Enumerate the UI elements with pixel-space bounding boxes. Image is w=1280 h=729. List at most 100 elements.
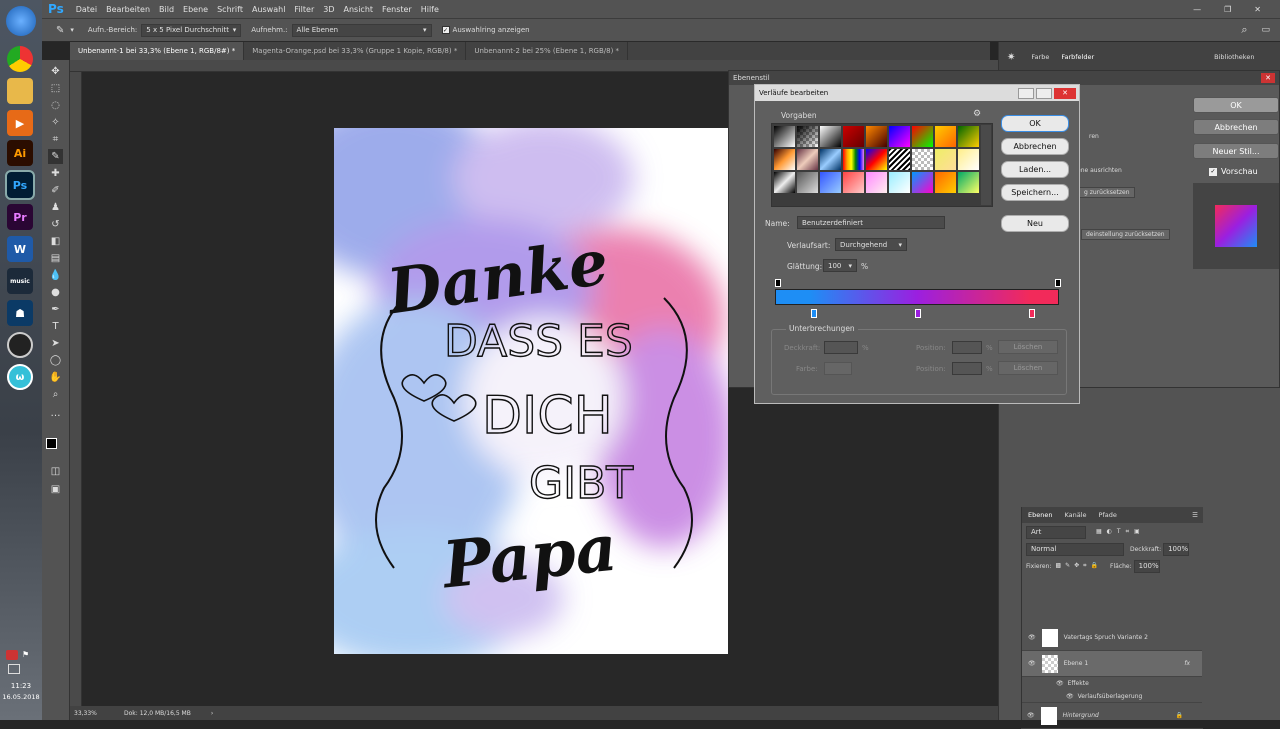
tray-flag-icon[interactable]: ⚑	[22, 650, 34, 660]
quick-mask-icon[interactable]: ◫	[48, 464, 63, 479]
tab-kanaele[interactable]: Kanäle	[1058, 511, 1092, 519]
load-button[interactable]: Laden...	[1001, 161, 1069, 178]
minimize-icon[interactable]	[1018, 87, 1034, 99]
tab-pfade[interactable]: Pfade	[1093, 511, 1123, 519]
illustrator-icon[interactable]: Ai	[7, 140, 33, 166]
menu-bild[interactable]: Bild	[159, 5, 174, 14]
gradient-name-input[interactable]: Benutzerdefiniert	[797, 216, 945, 229]
close-icon[interactable]: ✕	[1261, 73, 1275, 83]
gradient-tool-icon[interactable]: ▤	[48, 251, 63, 266]
tab-farbfelder[interactable]: Farbfelder	[1061, 53, 1094, 61]
screen-mode-icon[interactable]: ▣	[48, 482, 63, 497]
eraser-tool-icon[interactable]: ◧	[48, 234, 63, 249]
stop-position-input[interactable]	[952, 341, 982, 354]
visibility-eye-icon[interactable]: 👁	[1028, 660, 1036, 667]
preset-scrollbar[interactable]	[981, 125, 991, 205]
restore-icon[interactable]: ❐	[1224, 5, 1231, 14]
zoom-tool-icon[interactable]: ⌕	[48, 387, 63, 402]
windows-start-icon[interactable]	[6, 6, 36, 36]
move-tool-icon[interactable]: ✥	[48, 64, 63, 79]
tool-preset-dropdown-icon[interactable]: ▾	[70, 26, 74, 34]
workspace-icon[interactable]: ▭	[1261, 25, 1270, 35]
opacity-stop-right[interactable]	[1055, 279, 1061, 287]
layer-row[interactable]: 👁 Vatertags Spruch Variante 2	[1022, 625, 1202, 651]
menu-fenster[interactable]: Fenster	[382, 5, 412, 14]
more-tools-icon[interactable]: …	[48, 406, 63, 421]
fx-badge[interactable]: fx	[1184, 660, 1190, 667]
layer-row-background[interactable]: 👁 Hintergrund 🔒	[1021, 703, 1203, 729]
media-player-icon[interactable]: ▶	[7, 110, 33, 136]
gear-icon[interactable]: ⚙	[973, 109, 981, 119]
color-stop-red[interactable]	[1029, 309, 1035, 318]
obs-icon[interactable]	[7, 332, 33, 358]
hand-tool-icon[interactable]: ✋	[48, 370, 63, 385]
tab-farbe[interactable]: Farbe	[1031, 53, 1049, 61]
menu-bearbeiten[interactable]: Bearbeiten	[106, 5, 150, 14]
artwork-canvas[interactable]: Danke DASS ES DICH GIBT Papa	[334, 128, 728, 654]
tab-unbenannt-2[interactable]: Unbenannt-2 bei 25% (Ebene 1, RGB/8) *	[466, 42, 629, 60]
app-w-icon[interactable]: ω	[7, 364, 33, 390]
type-tool-icon[interactable]: T	[48, 319, 63, 334]
eyedropper-tool-icon[interactable]: ✎	[48, 149, 63, 164]
preset-grid[interactable]	[771, 123, 993, 207]
visibility-eye-icon[interactable]: 👁	[1066, 693, 1074, 700]
amazon-music-icon[interactable]: music	[7, 268, 33, 294]
status-menu-icon[interactable]: ›	[211, 710, 213, 717]
word-icon[interactable]: W	[7, 236, 33, 262]
close-icon[interactable]: ✕	[1054, 87, 1076, 99]
libraries-label[interactable]: Bibliotheken	[1214, 53, 1254, 61]
show-ring-checkbox[interactable]: ✓	[441, 26, 450, 34]
history-brush-tool-icon[interactable]: ↺	[48, 217, 63, 232]
save-button[interactable]: Speichern...	[1001, 184, 1069, 201]
ebenenstil-cancel-button[interactable]: Abbrechen	[1193, 119, 1279, 135]
color-stop-purple[interactable]	[915, 309, 921, 318]
kindle-icon[interactable]: ☗	[7, 300, 33, 326]
layer-filter-icons[interactable]: ▦◐T⌗▣	[1096, 528, 1145, 536]
photoshop-icon[interactable]: Ps	[5, 170, 35, 200]
preview-option[interactable]: ✓ Vorschau	[1209, 167, 1258, 176]
menu-schrift[interactable]: Schrift	[217, 5, 243, 14]
menu-3d[interactable]: 3D	[323, 5, 334, 14]
lock-icons[interactable]: ▩✎✥⌗🔒	[1055, 562, 1102, 570]
layer-filter-input[interactable]: Art	[1026, 525, 1086, 539]
maximize-icon[interactable]	[1036, 87, 1052, 99]
smoothness-input[interactable]: 100 ▾	[823, 259, 857, 272]
ok-button[interactable]: OK	[1001, 115, 1069, 132]
folder-icon[interactable]	[7, 78, 33, 104]
opacity-field[interactable]: 100%	[1163, 542, 1190, 556]
tab-ebenen[interactable]: Ebenen	[1022, 511, 1058, 519]
dodge-tool-icon[interactable]: ●	[48, 285, 63, 300]
fill-field[interactable]: 100%	[1133, 559, 1160, 573]
path-select-tool-icon[interactable]: ➤	[48, 336, 63, 351]
menu-filter[interactable]: Filter	[294, 5, 314, 14]
chrome-icon[interactable]	[7, 46, 33, 72]
premiere-icon[interactable]: Pr	[7, 204, 33, 230]
menu-ansicht[interactable]: Ansicht	[343, 5, 373, 14]
ebenenstil-ok-button[interactable]: OK	[1193, 97, 1279, 113]
minimize-icon[interactable]: —	[1193, 5, 1201, 14]
color-stop-blue[interactable]	[811, 309, 817, 318]
shape-tool-icon[interactable]: ◯	[48, 353, 63, 368]
new-style-button[interactable]: Neuer Stil...	[1193, 143, 1279, 159]
stop-opacity-input[interactable]	[824, 341, 858, 354]
delete-opacity-stop-button[interactable]: Löschen	[998, 340, 1058, 354]
close-icon[interactable]: ✕	[1254, 5, 1261, 14]
blur-tool-icon[interactable]: 💧	[48, 268, 63, 283]
zoom-level[interactable]: 33,33%	[74, 710, 124, 717]
opacity-stop-left[interactable]	[775, 279, 781, 287]
menu-hilfe[interactable]: Hilfe	[421, 5, 439, 14]
tab-unbenannt-1[interactable]: Unbenannt-1 bei 33,3% (Ebene 1, RGB/8#) …	[70, 42, 245, 60]
marquee-tool-icon[interactable]: ⬚	[48, 81, 63, 96]
brush-tool-icon[interactable]: ✐	[48, 183, 63, 198]
new-button[interactable]: Neu	[1001, 215, 1069, 232]
panel-menu-icon[interactable]: ☰	[1192, 511, 1198, 519]
healing-tool-icon[interactable]: ✚	[48, 166, 63, 181]
quick-select-tool-icon[interactable]: ✧	[48, 115, 63, 130]
gradient-bar[interactable]	[775, 289, 1059, 305]
visibility-eye-icon[interactable]: 👁	[1028, 634, 1036, 641]
foreground-color-swatch[interactable]	[46, 438, 57, 449]
menu-ebene[interactable]: Ebene	[183, 5, 208, 14]
tab-magenta-orange[interactable]: Magenta-Orange.psd bei 33,3% (Gruppe 1 K…	[244, 42, 467, 60]
sample-from-select[interactable]: Alle Ebenen ▾	[291, 23, 432, 37]
sparkle-icon[interactable]: ✷	[1007, 52, 1015, 63]
